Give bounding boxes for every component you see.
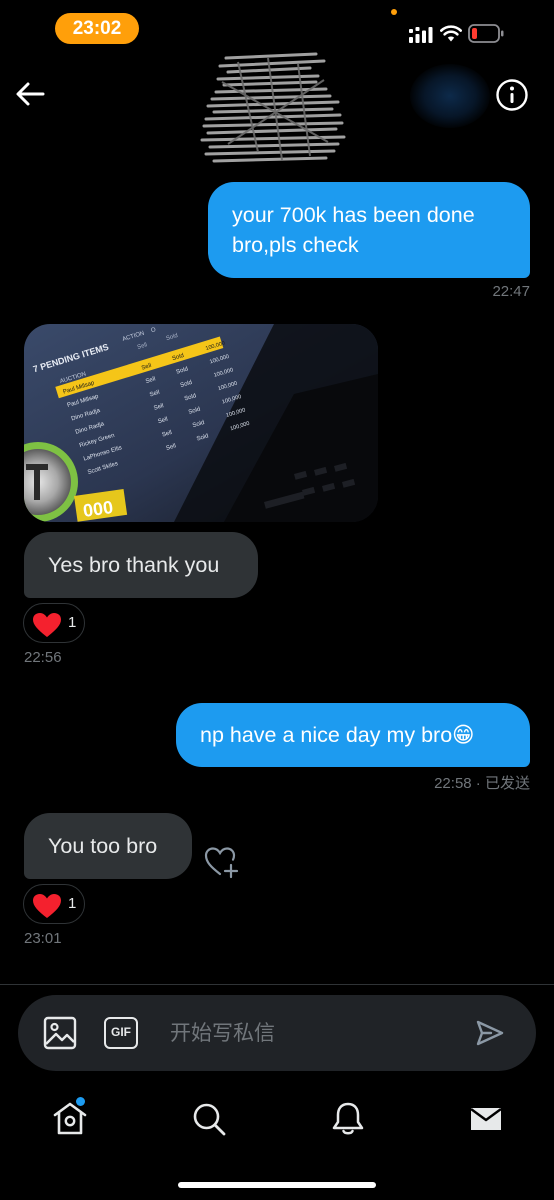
message-timestamp: 22:56 (24, 649, 62, 666)
blurred-name (410, 64, 490, 128)
message-timestamp: 22:58 (434, 775, 472, 792)
reaction-badge[interactable]: 1 (23, 884, 85, 924)
wifi-icon (440, 25, 462, 42)
conversation-header (0, 52, 554, 178)
signal-icon (409, 27, 433, 43)
battery-low-icon (468, 24, 504, 43)
message-timestamp: 23:01 (24, 930, 62, 947)
message-input[interactable] (170, 1015, 460, 1051)
image-icon[interactable] (43, 1016, 77, 1050)
reaction-count: 1 (68, 614, 77, 631)
incoming-image-message[interactable]: 7 PENDING ITEMS ACTION O AUCTION Sell So… (24, 324, 378, 522)
delivery-status: 已发送 (484, 774, 530, 792)
composer-divider (0, 984, 554, 985)
incoming-message-bubble[interactable]: You too bro (24, 813, 192, 879)
send-icon[interactable] (476, 1019, 504, 1047)
image-coin-text: 000 (82, 497, 115, 521)
home-icon[interactable] (51, 1100, 89, 1138)
game-screenshot-image: 7 PENDING ITEMS ACTION O AUCTION Sell So… (24, 324, 378, 522)
heart-icon (33, 894, 61, 918)
envelope-icon[interactable] (467, 1100, 505, 1138)
home-notification-dot (76, 1097, 85, 1106)
outgoing-message-bubble[interactable]: your 700k has been done bro,pls check (208, 182, 530, 278)
privacy-indicator (391, 9, 397, 15)
message-timestamp: 22:47 (492, 283, 530, 300)
meta-separator: · (471, 775, 485, 792)
outgoing-message-bubble[interactable]: np have a nice day my bro😁 (176, 703, 530, 767)
home-indicator[interactable] (178, 1182, 376, 1188)
search-icon[interactable] (190, 1100, 228, 1138)
heart-plus-icon[interactable] (203, 843, 239, 879)
incoming-message-bubble[interactable]: Yes bro thank you (24, 532, 258, 598)
gif-icon[interactable]: GIF (104, 1017, 138, 1049)
reaction-badge[interactable]: 1 (23, 603, 85, 643)
status-time: 23:02 (55, 13, 139, 44)
info-icon[interactable] (495, 78, 529, 112)
back-arrow-icon[interactable] (14, 78, 46, 110)
reaction-count: 1 (68, 895, 77, 912)
bell-icon[interactable] (329, 1100, 367, 1138)
message-meta: 22:58 · 已发送 (434, 772, 530, 793)
avatar-scribbled[interactable] (198, 52, 348, 170)
status-bar: 23:02 (0, 0, 554, 58)
message-composer: GIF (18, 995, 536, 1071)
heart-icon (33, 613, 61, 637)
